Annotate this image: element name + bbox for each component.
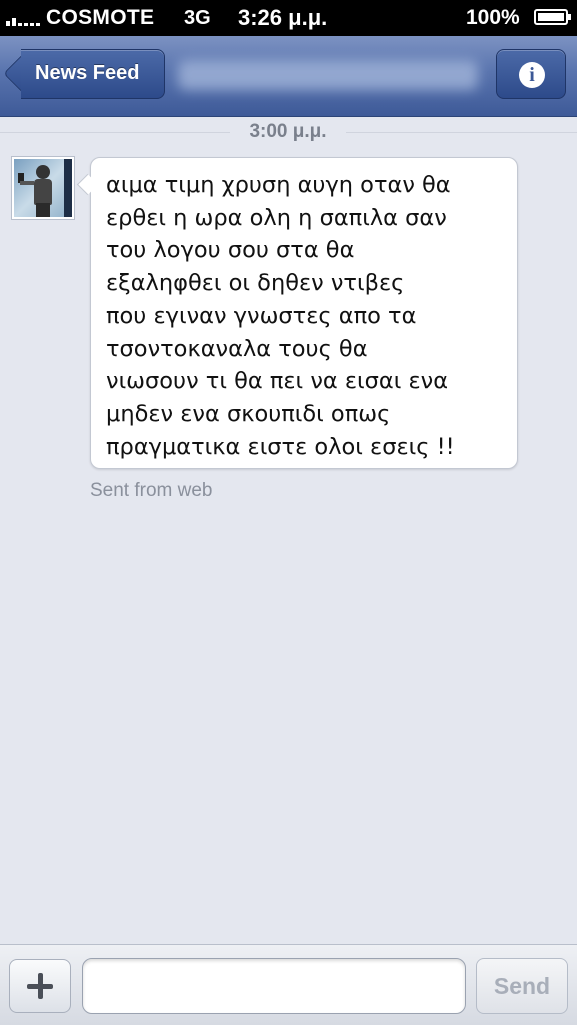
battery-percentage: 100% (466, 6, 520, 29)
message-line: μηδεν ενα σκουπιδι οπως (106, 400, 391, 427)
message-line: τσοντοκαναλα τους θα (106, 335, 368, 362)
signal-strength-icon (6, 12, 46, 26)
back-button-label: News Feed (35, 62, 140, 84)
message-line: νιωσουν τι θα πει να εισαι ενα (106, 368, 449, 395)
sender-avatar[interactable] (12, 157, 74, 219)
navigation-bar: News Feed i (0, 36, 577, 117)
message-timestamp: 3:00 μ.μ. (230, 121, 346, 143)
clock: 3:26 μ.μ. (238, 5, 328, 30)
add-attachment-button[interactable] (9, 959, 71, 1013)
message-line: που εγιναν γνωστες απο τα (106, 302, 417, 329)
network-type: 3G (184, 7, 211, 29)
message-input[interactable] (82, 958, 466, 1014)
conversation-title-blurred (178, 60, 478, 90)
info-icon: i (519, 62, 545, 88)
message-composer: Send (0, 944, 577, 1025)
message-text: αιμα τιμη χρυση αυγη οταν θα ερθει η ωρα… (106, 169, 510, 463)
message-line: ερθει η ωρα ολη η σαπιλα σαν (106, 204, 447, 231)
battery-icon (534, 9, 571, 25)
news-feed-back-button[interactable]: News Feed (3, 49, 165, 99)
info-button[interactable]: i (496, 49, 566, 99)
message-line: του λογου σου στα θα (106, 237, 355, 264)
status-bar: COSMOTE 3G 3:26 μ.μ. 100% (0, 0, 577, 36)
carrier-name: COSMOTE (46, 6, 155, 29)
send-button[interactable]: Send (476, 958, 568, 1014)
message-line: αιμα τιμη χρυση αυγη οταν θα (106, 172, 451, 198)
message-line: πραγματικα ειστε ολοι εσεις !! (106, 433, 455, 460)
message-line: εξαληφθει οι δηθεν ντιβες (106, 270, 405, 297)
message-source: Sent from web (90, 480, 213, 501)
